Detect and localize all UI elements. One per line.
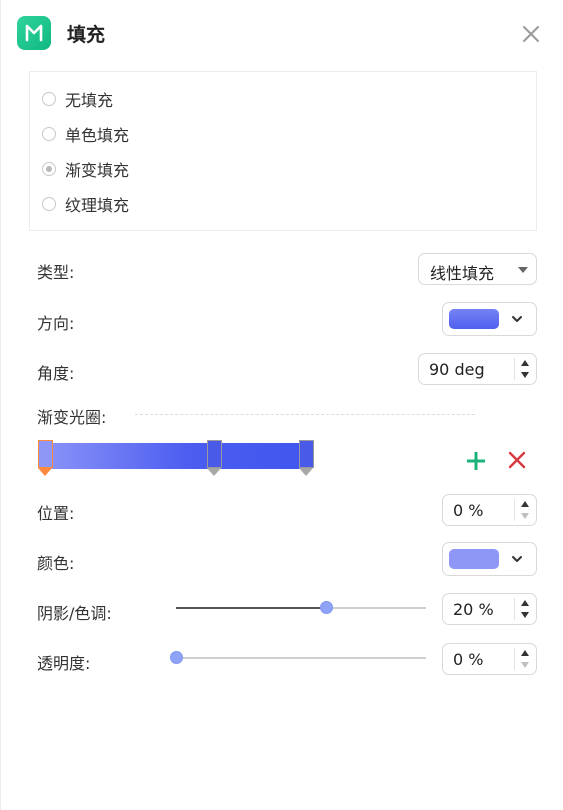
- color-swatch: [449, 549, 499, 569]
- radio-button[interactable]: [42, 92, 56, 106]
- plus-icon[interactable]: [465, 450, 487, 476]
- panel-title: 填充: [67, 24, 106, 46]
- spinner-divider: [514, 499, 515, 521]
- arrow-up-icon[interactable]: [521, 360, 529, 366]
- transparency-input[interactable]: [449, 648, 515, 670]
- position-input[interactable]: [449, 499, 515, 521]
- arrow-up-icon[interactable]: [521, 600, 529, 606]
- gradient-stop-selected[interactable]: [38, 440, 53, 476]
- fill-panel: 填充 无填充 单色填充 渐变填充 纹理填充 类型: 线性填充 方向: 角度: 9…: [0, 0, 563, 810]
- gradient-stop[interactable]: [299, 440, 314, 476]
- radio-button[interactable]: [42, 197, 56, 211]
- gradient-stop[interactable]: [207, 440, 222, 476]
- shade-spinner: [442, 593, 537, 625]
- radio-label: 渐变填充: [65, 161, 130, 180]
- direction-picker[interactable]: [442, 302, 537, 336]
- radio-solid-fill[interactable]: 单色填充: [42, 122, 129, 146]
- gradient-bar[interactable]: [45, 443, 307, 469]
- transparency-slider[interactable]: [170, 651, 426, 664]
- chevron-down-icon: [510, 551, 524, 570]
- radio-button-checked[interactable]: [42, 162, 56, 176]
- shade-label: 阴影/色调:: [37, 604, 112, 623]
- radio-label: 单色填充: [65, 126, 130, 145]
- slider-fill: [176, 607, 326, 609]
- direction-label: 方向:: [37, 314, 75, 333]
- position-spinner: [442, 494, 537, 526]
- type-label: 类型:: [37, 263, 75, 282]
- radio-label: 无填充: [65, 91, 114, 110]
- delete-x-icon[interactable]: [508, 451, 526, 473]
- radio-button[interactable]: [42, 127, 56, 141]
- arrow-up-icon[interactable]: [521, 650, 529, 656]
- mindmaster-logo-icon: [17, 16, 51, 50]
- radio-no-fill[interactable]: 无填充: [42, 87, 113, 111]
- close-icon[interactable]: [519, 22, 543, 46]
- divider-line: [135, 414, 475, 415]
- spinner-divider: [514, 598, 515, 620]
- shade-input[interactable]: [449, 598, 515, 620]
- direction-swatch: [449, 309, 499, 329]
- transparency-spinner: [442, 643, 537, 675]
- radio-gradient-fill[interactable]: 渐变填充: [42, 157, 129, 181]
- arrow-up-icon[interactable]: [521, 501, 529, 507]
- arrow-down-icon[interactable]: [521, 662, 529, 668]
- caret-down-icon: [518, 267, 528, 273]
- color-label: 颜色:: [37, 554, 75, 573]
- spinner-divider: [514, 648, 515, 670]
- radio-label: 纹理填充: [65, 196, 130, 215]
- position-label: 位置:: [37, 504, 75, 523]
- radio-texture-fill[interactable]: 纹理填充: [42, 192, 129, 216]
- slider-knob[interactable]: [170, 651, 183, 664]
- arrow-down-icon[interactable]: [521, 372, 529, 378]
- panel-header: 填充: [1, 0, 563, 66]
- angle-input[interactable]: [425, 358, 515, 380]
- chevron-down-icon: [510, 311, 524, 330]
- transparency-label: 透明度:: [37, 654, 91, 673]
- shade-slider[interactable]: [176, 601, 426, 614]
- type-select[interactable]: 线性填充: [418, 253, 537, 285]
- type-select-value: 线性填充: [430, 264, 495, 283]
- arrow-down-icon[interactable]: [521, 513, 529, 519]
- color-picker[interactable]: [442, 542, 537, 576]
- arrow-down-icon[interactable]: [521, 612, 529, 618]
- angle-label: 角度:: [37, 364, 75, 383]
- fill-type-group: 无填充 单色填充 渐变填充 纹理填充: [29, 71, 537, 231]
- spinner-divider: [514, 358, 515, 380]
- slider-knob[interactable]: [320, 601, 333, 614]
- angle-spinner: [418, 353, 537, 385]
- gradient-stops-label: 渐变光圈:: [37, 408, 107, 427]
